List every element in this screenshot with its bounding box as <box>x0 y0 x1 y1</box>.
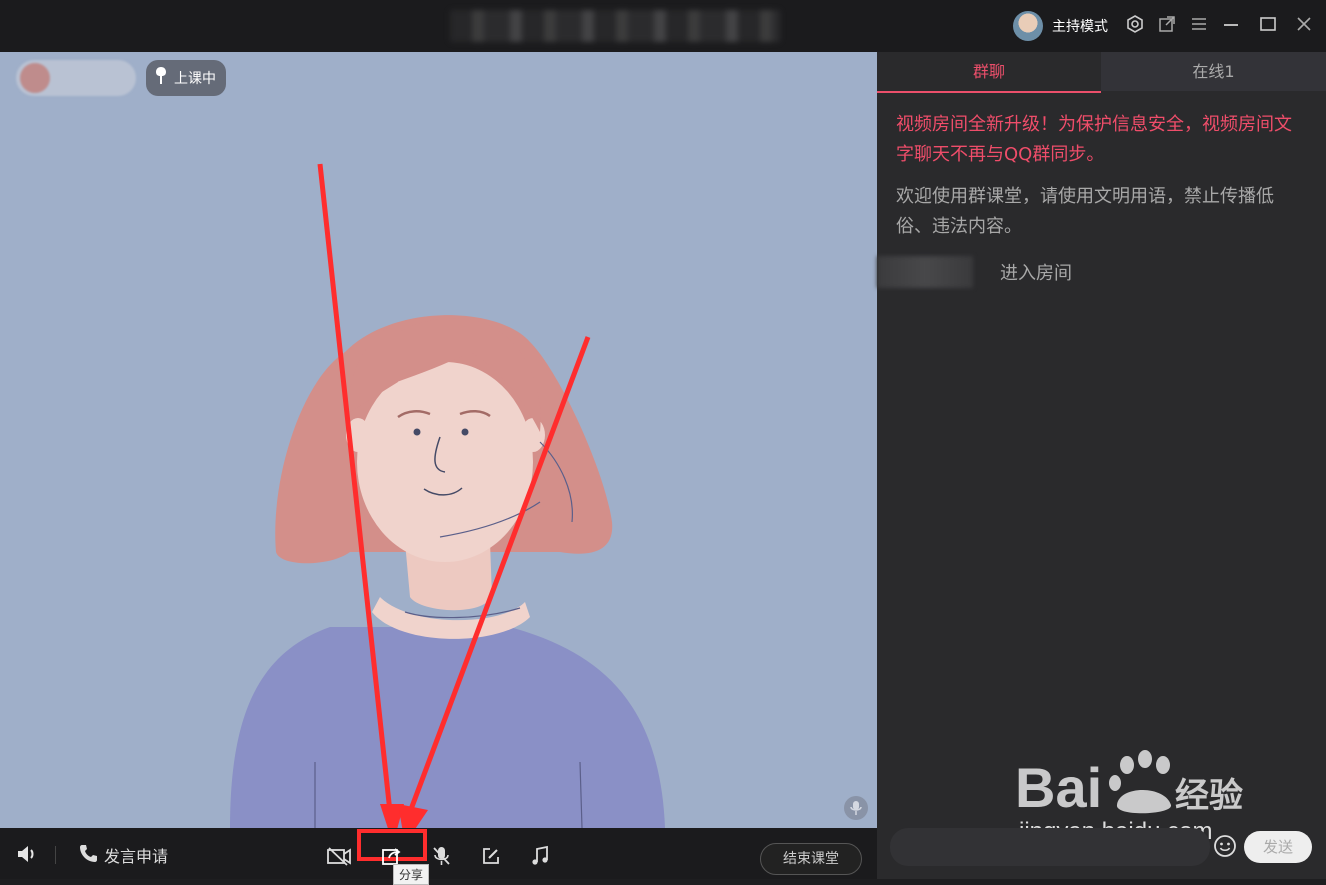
phone-icon <box>78 843 98 867</box>
settings-icon[interactable] <box>1124 14 1146 36</box>
camera-off-icon[interactable] <box>326 845 352 872</box>
end-class-button[interactable]: 结束课堂 <box>760 843 862 875</box>
host-mode-label[interactable]: 主持模式 <box>1052 16 1108 36</box>
tab-online[interactable]: 在线1 <box>1101 52 1326 91</box>
welcome-message: 欢迎使用群课堂，请使用文明用语，禁止传播低俗、违法内容。 <box>896 186 1274 237</box>
system-notice: 视频房间全新升级！为保护信息安全，视频房间文字聊天不再与QQ群同步。 <box>896 114 1292 165</box>
default-avatar-illustration <box>230 163 665 828</box>
send-button[interactable]: 发送 <box>1244 831 1312 863</box>
menu-icon[interactable] <box>1188 14 1210 36</box>
close-icon[interactable] <box>1293 14 1315 36</box>
video-area: 上课中 <box>0 52 877 828</box>
music-icon[interactable] <box>527 845 553 872</box>
watermark-brand-suffix: 经验 <box>1175 776 1243 815</box>
mic-off-icon[interactable] <box>428 845 454 872</box>
join-event-text: 进入房间 <box>1000 263 1072 284</box>
speak-apply-button[interactable]: 发言申请 <box>78 843 168 867</box>
host-avatar[interactable] <box>1013 11 1043 41</box>
tab-group-chat[interactable]: 群聊 <box>877 52 1101 93</box>
edit-icon[interactable] <box>478 845 504 872</box>
window-title-blurred <box>450 10 780 42</box>
popout-icon[interactable] <box>1156 14 1178 36</box>
title-bar: 主持模式 <box>0 0 1326 52</box>
chat-input[interactable] <box>890 828 1210 866</box>
speak-apply-label: 发言申请 <box>104 847 169 866</box>
share-tooltip: 分享 <box>393 864 430 885</box>
maximize-icon[interactable] <box>1257 14 1279 36</box>
status-badge: 上课中 <box>146 60 226 96</box>
microphone-icon <box>154 66 168 90</box>
volume-icon[interactable] <box>14 842 40 871</box>
emoji-icon[interactable] <box>1212 834 1238 860</box>
status-badge-label: 上课中 <box>174 71 216 87</box>
minimize-icon[interactable] <box>1220 14 1242 36</box>
watermark-brand: Bai <box>1015 756 1102 819</box>
divider <box>55 846 56 864</box>
join-user-blurred <box>877 256 973 288</box>
mic-indicator-icon <box>844 796 868 820</box>
speaker-pill-blurred <box>16 60 136 96</box>
